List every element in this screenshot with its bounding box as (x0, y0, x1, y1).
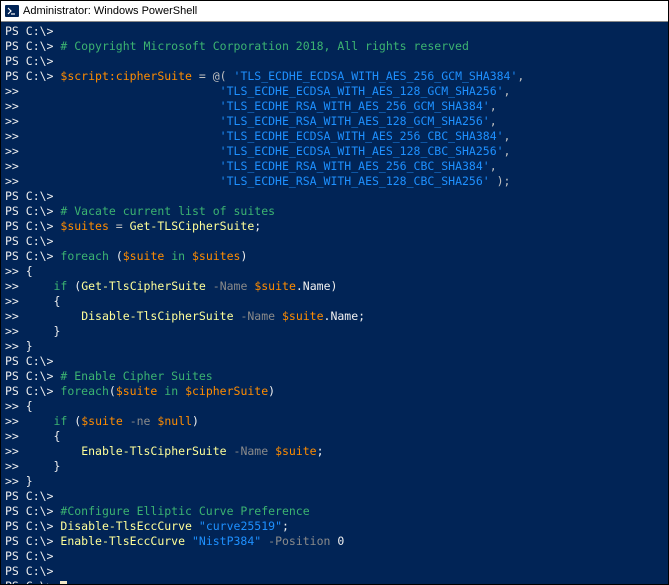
prompt: PS C:\> (5, 24, 53, 38)
comment-copyright: # Copyright Microsoft Corporation 2018, … (60, 39, 469, 53)
powershell-window: Administrator: Windows PowerShell PS C:\… (0, 0, 669, 585)
cipher-suite-7: 'TLS_ECDHE_RSA_WITH_AES_128_CBC_SHA256' (220, 174, 490, 188)
powershell-icon (5, 4, 19, 18)
window-title: Administrator: Windows PowerShell (23, 5, 197, 17)
titlebar[interactable]: Administrator: Windows PowerShell (1, 1, 668, 22)
var-suites: $suites (60, 219, 108, 233)
cipher-suite-4: 'TLS_ECDHE_ECDSA_WITH_AES_256_CBC_SHA384… (220, 129, 504, 143)
comment-vacate: # Vacate current list of suites (60, 204, 275, 218)
cipher-suite-5: 'TLS_ECDHE_ECDSA_WITH_AES_128_CBC_SHA256… (220, 144, 504, 158)
cipher-suite-0: 'TLS_ECDHE_ECDSA_WITH_AES_256_GCM_SHA384… (234, 69, 518, 83)
var-script-ciphersuite: $script:cipherSuite (60, 69, 192, 83)
cmd-get-tlsciphersuite: Get-TLSCipherSuite (130, 219, 255, 233)
cipher-suite-6: 'TLS_ECDHE_RSA_WITH_AES_256_CBC_SHA384' (220, 159, 490, 173)
kw-foreach: foreach (60, 249, 108, 263)
cmd-enable-tlsciphersuite: Enable-TlsCipherSuite (81, 444, 226, 458)
cipher-suite-1: 'TLS_ECDHE_ECDSA_WITH_AES_128_GCM_SHA256… (220, 84, 504, 98)
cmd-enable-tlsecccurve: Enable-TlsEccCurve (60, 534, 185, 548)
comment-ecc: #Configure Elliptic Curve Preference (60, 504, 309, 518)
cipher-suite-3: 'TLS_ECDHE_RSA_WITH_AES_128_GCM_SHA256' (220, 114, 490, 128)
cmd-disable-tlsciphersuite: Disable-TlsCipherSuite (81, 309, 233, 323)
kw-if: if (54, 279, 68, 293)
cmd-disable-tlsecccurve: Disable-TlsEccCurve (60, 519, 192, 533)
comment-enable: # Enable Cipher Suites (60, 369, 212, 383)
terminal-area[interactable]: PS C:\> PS C:\> # Copyright Microsoft Co… (1, 22, 668, 584)
cursor (60, 581, 67, 584)
cipher-suite-2: 'TLS_ECDHE_RSA_WITH_AES_256_GCM_SHA384' (220, 99, 490, 113)
